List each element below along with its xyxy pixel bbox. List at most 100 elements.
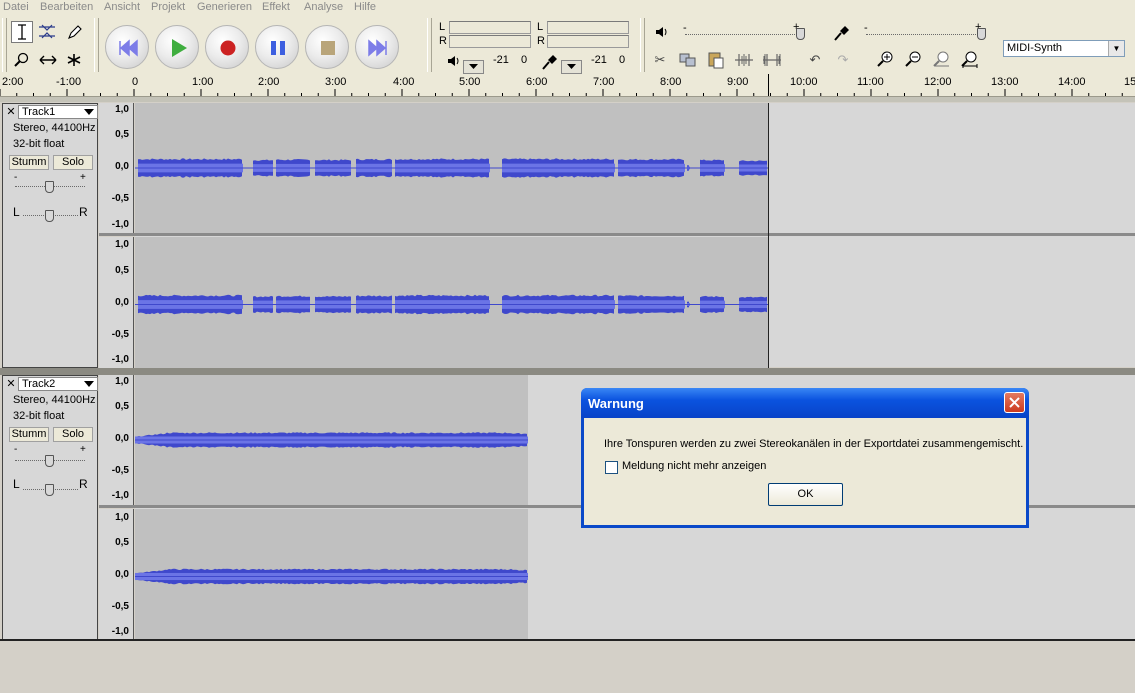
menu-bar: Datei Bearbeiten Ansicht Projekt Generie…	[0, 0, 1135, 16]
zoom-tool-icon[interactable]	[11, 49, 33, 71]
play-meter-left	[449, 21, 531, 34]
track1-pan-right-label: R	[79, 205, 88, 219]
track2-bitdepth: 32-bit float	[13, 410, 65, 422]
stop-button[interactable]	[305, 25, 349, 69]
redo-icon[interactable]: ↷	[833, 50, 853, 70]
zoom-out-icon[interactable]	[904, 50, 924, 70]
timeshift-tool-icon[interactable]	[37, 49, 59, 71]
scale-label: -0,5	[111, 465, 129, 476]
rec-meter-right-label: R	[537, 35, 545, 47]
rec-meter-menu[interactable]	[561, 60, 582, 74]
trim-icon[interactable]	[734, 50, 754, 70]
close-icon[interactable]: ✕	[5, 106, 17, 118]
undo-icon[interactable]: ↶	[805, 50, 825, 70]
play-meter-left-label: L	[439, 21, 446, 33]
scale-label: 1,0	[115, 239, 129, 250]
skip-end-button[interactable]	[355, 25, 399, 69]
input-volume-track[interactable]	[866, 34, 986, 36]
skip-start-button[interactable]	[105, 25, 149, 69]
track2-mute-button[interactable]: Stumm	[9, 427, 49, 442]
play-meter-right-label: R	[439, 35, 447, 47]
menu-generieren[interactable]: Generieren	[197, 1, 252, 13]
rec-meter-right	[547, 35, 629, 48]
play-button[interactable]	[155, 25, 199, 69]
chevron-down-icon[interactable]: ▼	[1108, 41, 1124, 56]
track1-solo-button[interactable]: Solo	[53, 155, 93, 170]
ruler-label: 13:00	[991, 76, 1019, 88]
track1-pan-left-label: L	[13, 205, 20, 219]
microphone-icon[interactable]	[541, 53, 559, 74]
track2-name: Track2	[22, 378, 56, 390]
menu-hilfe[interactable]: Hilfe	[354, 1, 376, 13]
menu-projekt[interactable]: Projekt	[151, 1, 185, 13]
track2-name-menu[interactable]: Track2	[18, 377, 98, 391]
zoom-in-icon[interactable]	[876, 50, 896, 70]
track1-control-panel: ✕ Track1 Stereo, 44100Hz 32-bit float St…	[2, 103, 98, 368]
scale-label: 1,0	[115, 376, 129, 387]
track1-pan-slider[interactable]	[45, 210, 54, 222]
track-gap	[0, 97, 1135, 102]
track-gap	[0, 368, 1135, 375]
draw-tool-icon[interactable]	[63, 21, 85, 43]
fit-project-icon[interactable]	[960, 50, 980, 70]
pause-button[interactable]	[255, 25, 299, 69]
track2-pan-slider[interactable]	[45, 484, 54, 496]
toolbar-grip	[427, 18, 432, 72]
midi-device-select[interactable]: MIDI-Synth ▼	[1003, 40, 1125, 57]
record-button[interactable]	[205, 25, 249, 69]
track2-control-panel: ✕ Track2 Stereo, 44100Hz 32-bit float St…	[2, 375, 98, 640]
play-meter-db-21: -21	[493, 54, 509, 66]
silence-icon[interactable]	[762, 50, 782, 70]
play-meter-menu[interactable]	[463, 60, 484, 74]
ruler-label: 2:00	[258, 76, 280, 88]
empty-project-area[interactable]	[0, 641, 1135, 693]
timeline-ruler[interactable]: 2:00 -1:00 0 1:00 2:00 3:00 4:00 5:00 6:…	[0, 74, 1135, 97]
scale-label: 0,0	[115, 297, 129, 308]
speaker-icon[interactable]	[447, 55, 461, 70]
track1-ch1-waveform	[135, 158, 768, 178]
selection-tool-icon[interactable]	[11, 21, 33, 43]
scale-label: 1,0	[115, 104, 129, 115]
dialog-title-bar[interactable]: Warnung	[581, 388, 1029, 418]
scale-label: 0,0	[115, 433, 129, 444]
input-volume-slider[interactable]	[977, 28, 986, 40]
channel-divider	[99, 233, 1135, 236]
menu-datei[interactable]: Datei	[3, 1, 29, 13]
cut-icon[interactable]: ✂	[650, 50, 670, 70]
ruler-label: 7:00	[593, 76, 615, 88]
track1-ch1-scale: 1,0 0,5 0,0 -0,5 -1,0	[99, 103, 134, 233]
menu-analyse[interactable]: Analyse	[304, 1, 343, 13]
paste-icon[interactable]	[706, 50, 726, 70]
dialog-title: Warnung	[588, 396, 644, 411]
rec-meter-left-label: L	[537, 21, 544, 33]
envelope-tool-icon[interactable]	[36, 21, 58, 43]
ok-button[interactable]: OK	[768, 483, 843, 506]
track2-gain-slider[interactable]	[45, 455, 54, 467]
ruler-label: 1:00	[192, 76, 214, 88]
ruler-label: 9:00	[727, 76, 749, 88]
copy-icon[interactable]	[678, 50, 698, 70]
multi-tool-icon[interactable]	[63, 49, 85, 71]
track1-mute-button[interactable]: Stumm	[9, 155, 49, 170]
close-icon[interactable]	[1004, 392, 1025, 413]
dont-show-again-label[interactable]: Meldung nicht mehr anzeigen	[622, 460, 766, 472]
track2-ch2-waveform	[135, 568, 528, 585]
pause-icon	[271, 41, 285, 55]
ruler-label: 12:00	[924, 76, 952, 88]
menu-ansicht[interactable]: Ansicht	[104, 1, 140, 13]
dont-show-again-checkbox[interactable]	[605, 461, 618, 474]
cursor-line	[768, 74, 769, 96]
output-volume-slider[interactable]	[796, 28, 805, 40]
menu-bearbeiten[interactable]: Bearbeiten	[40, 1, 93, 13]
track1-name-menu[interactable]: Track1	[18, 105, 98, 119]
track1-gain-slider[interactable]	[45, 181, 54, 193]
scale-label: -1,0	[111, 490, 129, 501]
scale-label: 0,5	[115, 401, 129, 412]
ruler-label: 0	[132, 76, 139, 88]
fit-selection-icon[interactable]	[932, 50, 952, 70]
track2-solo-button[interactable]: Solo	[53, 427, 93, 442]
close-icon[interactable]: ✕	[5, 378, 17, 390]
output-volume-track[interactable]	[685, 34, 805, 36]
track2-pan-right-label: R	[79, 477, 88, 491]
menu-effekt[interactable]: Effekt	[262, 1, 290, 13]
